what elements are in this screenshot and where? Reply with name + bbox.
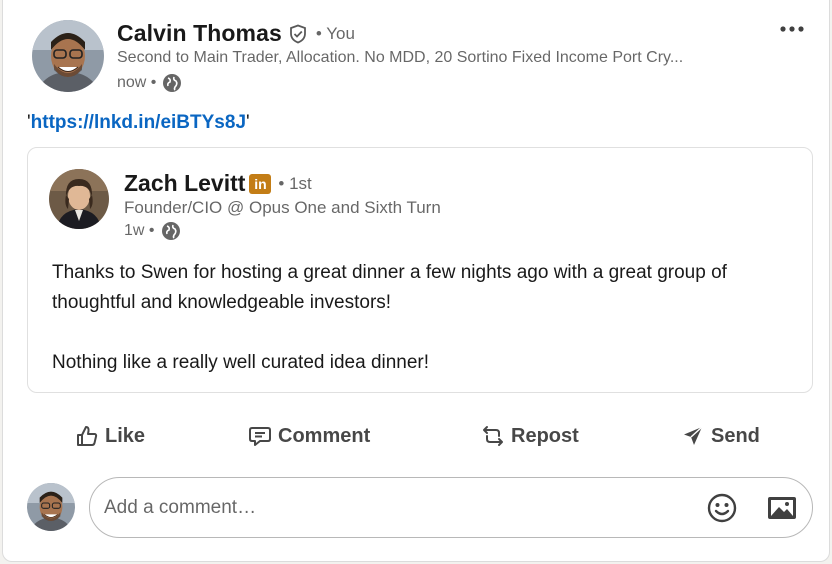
globe-icon bbox=[162, 73, 182, 93]
shared-author-name[interactable]: Zach Levitt bbox=[124, 170, 245, 197]
post-time: now • bbox=[117, 74, 157, 91]
shared-post-time: 1w • bbox=[124, 222, 155, 239]
author-name[interactable]: Calvin Thomas bbox=[117, 20, 282, 47]
comment-button[interactable]: Comment bbox=[248, 415, 370, 457]
repost-button[interactable]: Repost bbox=[481, 415, 579, 457]
linkedin-badge-icon: in bbox=[249, 173, 272, 194]
thumbs-up-icon bbox=[77, 426, 98, 446]
post-card: Calvin Thomas • You Second to Main Trade… bbox=[2, 0, 830, 562]
author-relation: • You bbox=[315, 23, 355, 43]
author-headline: Second to Main Trader, Allocation. No MD… bbox=[117, 49, 684, 66]
image-icon bbox=[768, 497, 796, 519]
comment-input[interactable] bbox=[104, 496, 684, 519]
author-name-row: Calvin Thomas • You bbox=[117, 20, 355, 47]
send-label: Send bbox=[711, 424, 760, 447]
repost-label: Repost bbox=[511, 424, 579, 447]
post-link[interactable]: https://lnkd.in/eiBTYs8J bbox=[31, 112, 246, 133]
shared-author-relation: • 1st bbox=[278, 173, 312, 193]
shared-post-paragraph: Nothing like a really well curated idea … bbox=[52, 352, 430, 373]
shared-author-name-row: Zach Levitt in • 1st bbox=[124, 170, 312, 197]
current-user-avatar bbox=[27, 483, 75, 531]
shared-post[interactable]: Zach Levitt in • 1st Founder/CIO @ Opus … bbox=[27, 147, 813, 393]
shared-author-headline: Founder/CIO @ Opus One and Sixth Turn bbox=[124, 198, 441, 217]
send-paper-plane-icon bbox=[684, 426, 703, 445]
like-button[interactable]: Like bbox=[75, 415, 145, 457]
add-image-button[interactable] bbox=[766, 492, 798, 524]
shared-post-meta: 1w • bbox=[124, 221, 181, 241]
emoji-button[interactable] bbox=[706, 492, 738, 524]
post-meta: now • bbox=[117, 73, 182, 93]
shared-post-body: Thanks to Swen for hosting a great dinne… bbox=[52, 258, 792, 378]
quote-close: ' bbox=[246, 112, 250, 133]
comment-bubble-icon bbox=[249, 427, 271, 446]
more-dots-icon bbox=[780, 26, 804, 32]
author-avatar[interactable] bbox=[32, 20, 104, 92]
send-button[interactable]: Send bbox=[681, 415, 760, 457]
comment-label: Comment bbox=[278, 424, 371, 447]
globe-icon bbox=[161, 221, 181, 241]
action-bar: Like Comment Repost Send bbox=[3, 415, 831, 457]
repost-arrows-icon bbox=[483, 426, 503, 446]
verified-shield-icon bbox=[288, 24, 308, 44]
emoji-smile-icon bbox=[707, 493, 737, 523]
like-label: Like bbox=[105, 424, 146, 447]
more-options-button[interactable] bbox=[775, 14, 809, 44]
shared-post-paragraph: Thanks to Swen for hosting a great dinne… bbox=[52, 262, 727, 313]
comment-box bbox=[89, 477, 813, 538]
post-text: 'https://lnkd.in/eiBTYs8J' bbox=[27, 112, 250, 134]
shared-author-avatar[interactable] bbox=[49, 169, 109, 229]
